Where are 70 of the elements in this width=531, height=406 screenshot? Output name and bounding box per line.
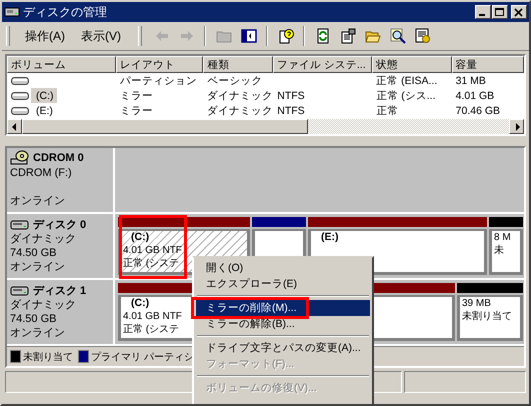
partition-text: 未割り当て [462,310,512,324]
table-cell: NTFS [277,90,305,102]
scroll-thumb[interactable] [22,119,308,134]
partition-text: 4.01 GB NTF [123,244,182,258]
disk-size: 74.50 GB [10,246,58,260]
legend-label: 未割り当て [23,350,73,364]
disk-status: オンライン [10,326,66,340]
volume-name: (C:) [35,90,54,102]
close-button[interactable] [511,5,527,19]
drive-icon [11,90,29,101]
scroll-left-icon[interactable] [7,119,22,134]
context-menu-item[interactable]: ミラーの解除(B)... [196,316,370,332]
partition-box[interactable]: 8 M 未 [489,229,523,276]
drive-icon [11,76,29,86]
partition-text: 正常 (システ [123,257,180,270]
horizontal-scrollbar[interactable] [7,119,524,134]
column-header[interactable]: ボリューム [7,56,116,73]
minimize-button[interactable] [475,5,491,19]
disk-type: ダイナミック [10,232,77,246]
disk-size: 74.50 GB [10,312,58,326]
table-cell: 4.01 GB [456,90,494,102]
table-cell: ダイナミック [207,104,274,118]
disk-type: ダイナミック [10,298,77,312]
window-title: ディスクの管理 [23,4,108,20]
table-cell: 正常 (シス... [376,88,436,103]
table-cell: ミラー [120,88,154,103]
context-menu-item[interactable]: ドライブ文字とパスの変更(A)... [196,340,370,356]
table-cell: 31 MB [456,74,486,87]
column-header[interactable]: 状態 [372,56,452,73]
partition-box[interactable]: 39 MB 未割り当て [457,295,523,342]
partition-text: (E:) [321,231,338,244]
partition-text: 正常 (システ [123,323,180,336]
table-cell: パーティション [120,74,198,88]
volume-cell[interactable]: (E:) [7,104,116,119]
maximize-button[interactable] [492,5,508,19]
drive-icon [11,106,29,116]
table-cell: ベーシック [207,74,262,88]
table-cell: 正常 [376,104,398,118]
disk-info-panel[interactable]: ディスク 1 ダイナミック 74.50 GB オンライン [7,280,115,344]
disk-type: CDROM (F:) [10,166,73,180]
table-cell: ミラー [120,104,154,118]
menu-item[interactable]: 操作(A) [18,26,72,46]
scroll-right-icon[interactable] [509,119,524,134]
context-menu-item[interactable]: エクスプローラ(E) [196,276,370,292]
table-cell: NTFS [277,105,305,118]
context-menu-item[interactable]: ミラーの削除(M)... [196,300,370,316]
column-header[interactable]: 容量 [452,56,524,73]
column-header[interactable]: 種類 [203,56,273,73]
minimize-icon [479,14,485,16]
disk-info-panel[interactable]: ディスク 0 ダイナミック 74.50 GB オンライン [7,214,115,278]
partition-text: 未 [494,244,504,258]
table-cell: 正常 (EISA... [376,74,438,88]
table-cell: 70.46 GB [456,105,500,118]
menu-item[interactable]: 表示(V) [74,26,128,46]
close-icon [514,8,524,16]
table-cell: ダイナミック [207,88,274,103]
column-header[interactable]: ファイル システ... [272,56,372,73]
partition-text: 8 M [494,231,511,244]
partition-text: 39 MB [462,297,491,310]
disk-name: ディスク 1 [33,284,86,298]
partition-text: (C:) [131,297,150,310]
maximize-icon [495,8,505,16]
partition-text: 4.01 GB NTF [123,310,182,324]
partition-text: (C:) [131,231,150,244]
volume-name: (E:) [35,105,54,118]
column-header[interactable]: レイアウト [116,56,204,73]
disk-name: CDROM 0 [33,152,84,164]
disk-name: ディスク 0 [33,218,86,232]
disk-status: オンライン [10,260,66,274]
disk-status: オンライン [10,194,66,208]
